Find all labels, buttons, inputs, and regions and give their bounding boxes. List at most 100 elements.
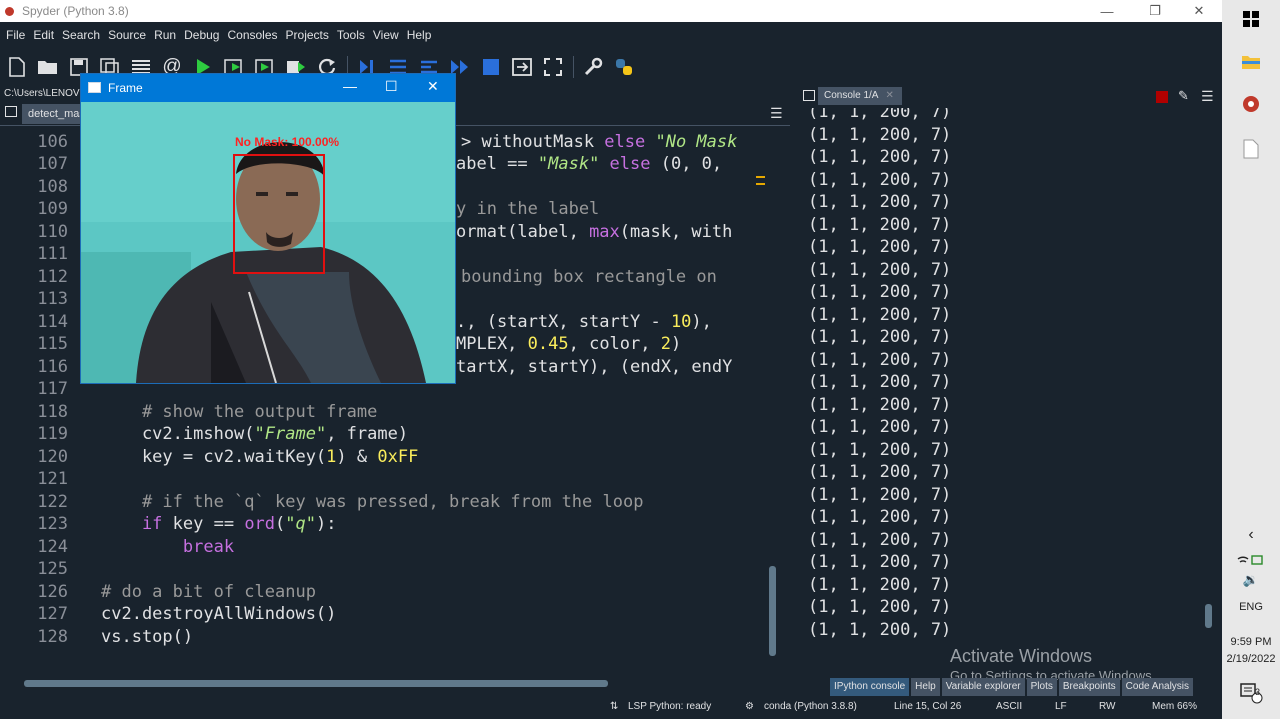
tab-code-analysis[interactable]: Code Analysis [1121, 678, 1194, 696]
tab-breakpoints[interactable]: Breakpoints [1058, 678, 1120, 696]
code-line: ., (startX, startY - 10), [456, 312, 712, 332]
frame-maximize-button[interactable]: ☐ [385, 78, 398, 95]
line-number: 120 [37, 447, 68, 467]
console-output-line: (1, 1, 200, 7) [808, 192, 952, 212]
menu-run[interactable]: Run [154, 28, 176, 42]
frame-titlebar[interactable]: Frame — ☐ ✕ [81, 74, 455, 102]
file-explorer-icon[interactable] [1222, 50, 1280, 74]
menu-projects[interactable]: Projects [286, 28, 329, 42]
line-number: 117 [37, 379, 68, 399]
lsp-status-icon: ⇅ [610, 701, 619, 712]
editor-options-icon[interactable]: ☰ [770, 105, 783, 122]
windows-start-icon[interactable] [1222, 8, 1280, 30]
console-output-line: (1, 1, 200, 7) [808, 507, 952, 527]
menu-source[interactable]: Source [108, 28, 146, 42]
line-number: 118 [37, 402, 68, 422]
pane-splitter[interactable] [790, 86, 798, 696]
browse-tabs-icon[interactable] [803, 90, 815, 101]
menu-edit[interactable]: Edit [33, 28, 54, 42]
code-line: cv2.imshow("Frame", frame) [101, 424, 409, 444]
webcam-feed: No Mask: 100.00% [81, 102, 455, 383]
memory-usage: Mem 66% [1152, 701, 1198, 712]
menu-help[interactable]: Help [407, 28, 432, 42]
wrench-icon[interactable] [582, 56, 604, 78]
scrollbar-thumb[interactable] [769, 566, 776, 656]
line-number: 121 [37, 469, 68, 489]
line-number: 109 [37, 199, 68, 219]
minimize-button[interactable]: — [1084, 0, 1130, 22]
close-tab-icon[interactable]: ✕ [885, 90, 893, 101]
close-button[interactable]: ✕ [1176, 0, 1222, 22]
notification-center-icon[interactable]: 3 [1222, 682, 1280, 704]
warning-marker [756, 176, 765, 178]
conda-icon: ⚙ [745, 701, 754, 712]
menu-file[interactable]: File [6, 28, 25, 42]
volume-icon[interactable]: 🔉 [1222, 572, 1280, 588]
restore-button[interactable]: ❐ [1132, 0, 1178, 22]
tab-plots[interactable]: Plots [1026, 678, 1057, 696]
line-number: 125 [37, 559, 68, 579]
show-hidden-icons-icon[interactable]: ‹ [1222, 526, 1280, 544]
console-scrollbar[interactable] [1203, 126, 1214, 666]
menu-debug[interactable]: Debug [184, 28, 219, 42]
open-folder-icon[interactable] [37, 56, 59, 78]
clear-console-icon[interactable]: ✎ [1178, 88, 1189, 104]
python-path-icon[interactable] [613, 56, 635, 78]
notification-count: 3 [1255, 687, 1261, 697]
line-number: 113 [37, 289, 68, 309]
read-write-mode: RW [1099, 701, 1116, 712]
face-bounding-box [233, 154, 325, 274]
line-number: 124 [37, 537, 68, 557]
tab-console-1a[interactable]: Console 1/A ✕ [818, 87, 902, 105]
browse-tabs-icon[interactable] [5, 106, 17, 117]
console-output-line: (1, 1, 200, 7) [808, 372, 952, 392]
scrollbar-thumb[interactable] [24, 680, 608, 687]
console-output-line: (1, 1, 200, 7) [808, 237, 952, 257]
console-output-line: (1, 1, 200, 7) [808, 620, 952, 640]
opencv-frame-window[interactable]: Frame — ☐ ✕ No Mask: 100.00% [80, 73, 456, 384]
input-language[interactable]: ENG [1222, 601, 1280, 613]
network-icon[interactable] [1222, 552, 1280, 568]
conda-env[interactable]: conda (Python 3.8.8) [764, 701, 857, 712]
editor-vertical-scrollbar[interactable] [766, 126, 780, 666]
stop-icon[interactable] [480, 56, 502, 78]
frame-close-button[interactable]: ✕ [427, 78, 439, 95]
windows-taskbar: ‹ 🔉 ENG 9:59 PM 2/19/2022 3 [1222, 0, 1280, 719]
console-output-line: (1, 1, 200, 7) [808, 147, 952, 167]
code-line: > withoutMask else "No Mask [461, 132, 738, 152]
frame-minimize-button[interactable]: — [343, 78, 357, 94]
editor-horizontal-scrollbar[interactable] [8, 680, 768, 688]
menu-search[interactable]: Search [62, 28, 100, 42]
menu-tools[interactable]: Tools [337, 28, 365, 42]
clock-date[interactable]: 2/19/2022 [1222, 653, 1280, 665]
tab-detect-mask[interactable]: detect_mask [22, 104, 82, 124]
ipython-console[interactable]: (1, 1, 200, 7) (1, 1, 200, 7) (1, 1, 200… [800, 108, 1214, 671]
spyder-taskbar-icon[interactable] [1222, 92, 1280, 116]
code-line: # show the output frame [101, 402, 378, 422]
tab-help[interactable]: Help [911, 678, 940, 696]
document-taskbar-icon[interactable] [1222, 136, 1280, 162]
line-number: 126 [37, 582, 68, 602]
console-tabbar: Console 1/A ✕ ✎ ☰ [798, 86, 1222, 108]
fullscreen-icon[interactable] [542, 56, 564, 78]
maximize-pane-icon[interactable] [511, 56, 533, 78]
cursor-position: Line 15, Col 26 [894, 701, 962, 712]
frame-app-icon [88, 82, 101, 93]
menu-view[interactable]: View [373, 28, 399, 42]
new-file-icon[interactable] [6, 56, 28, 78]
scrollbar-thumb[interactable] [1205, 604, 1212, 628]
working-directory[interactable]: C:\Users\LENOVO [0, 86, 80, 101]
status-bar: ⇅ LSP Python: ready ⚙ conda (Python 3.8.… [0, 696, 1222, 719]
console-output-line: (1, 1, 200, 7) [808, 395, 952, 415]
menu-consoles[interactable]: Consoles [227, 28, 277, 42]
console-output-line: (1, 1, 200, 7) [808, 215, 952, 235]
interrupt-kernel-icon[interactable] [1156, 91, 1168, 103]
line-number: 123 [37, 514, 68, 534]
console-options-icon[interactable]: ☰ [1201, 88, 1214, 105]
tab-ipython-console[interactable]: IPython console [830, 678, 910, 696]
console-output-line: (1, 1, 200, 7) [808, 440, 952, 460]
tab-variable-explorer[interactable]: Variable explorer [941, 678, 1025, 696]
clock-time[interactable]: 9:59 PM [1222, 636, 1280, 648]
code-line: bounding box rectangle on [461, 267, 717, 287]
spyder-logo-icon [5, 6, 14, 16]
